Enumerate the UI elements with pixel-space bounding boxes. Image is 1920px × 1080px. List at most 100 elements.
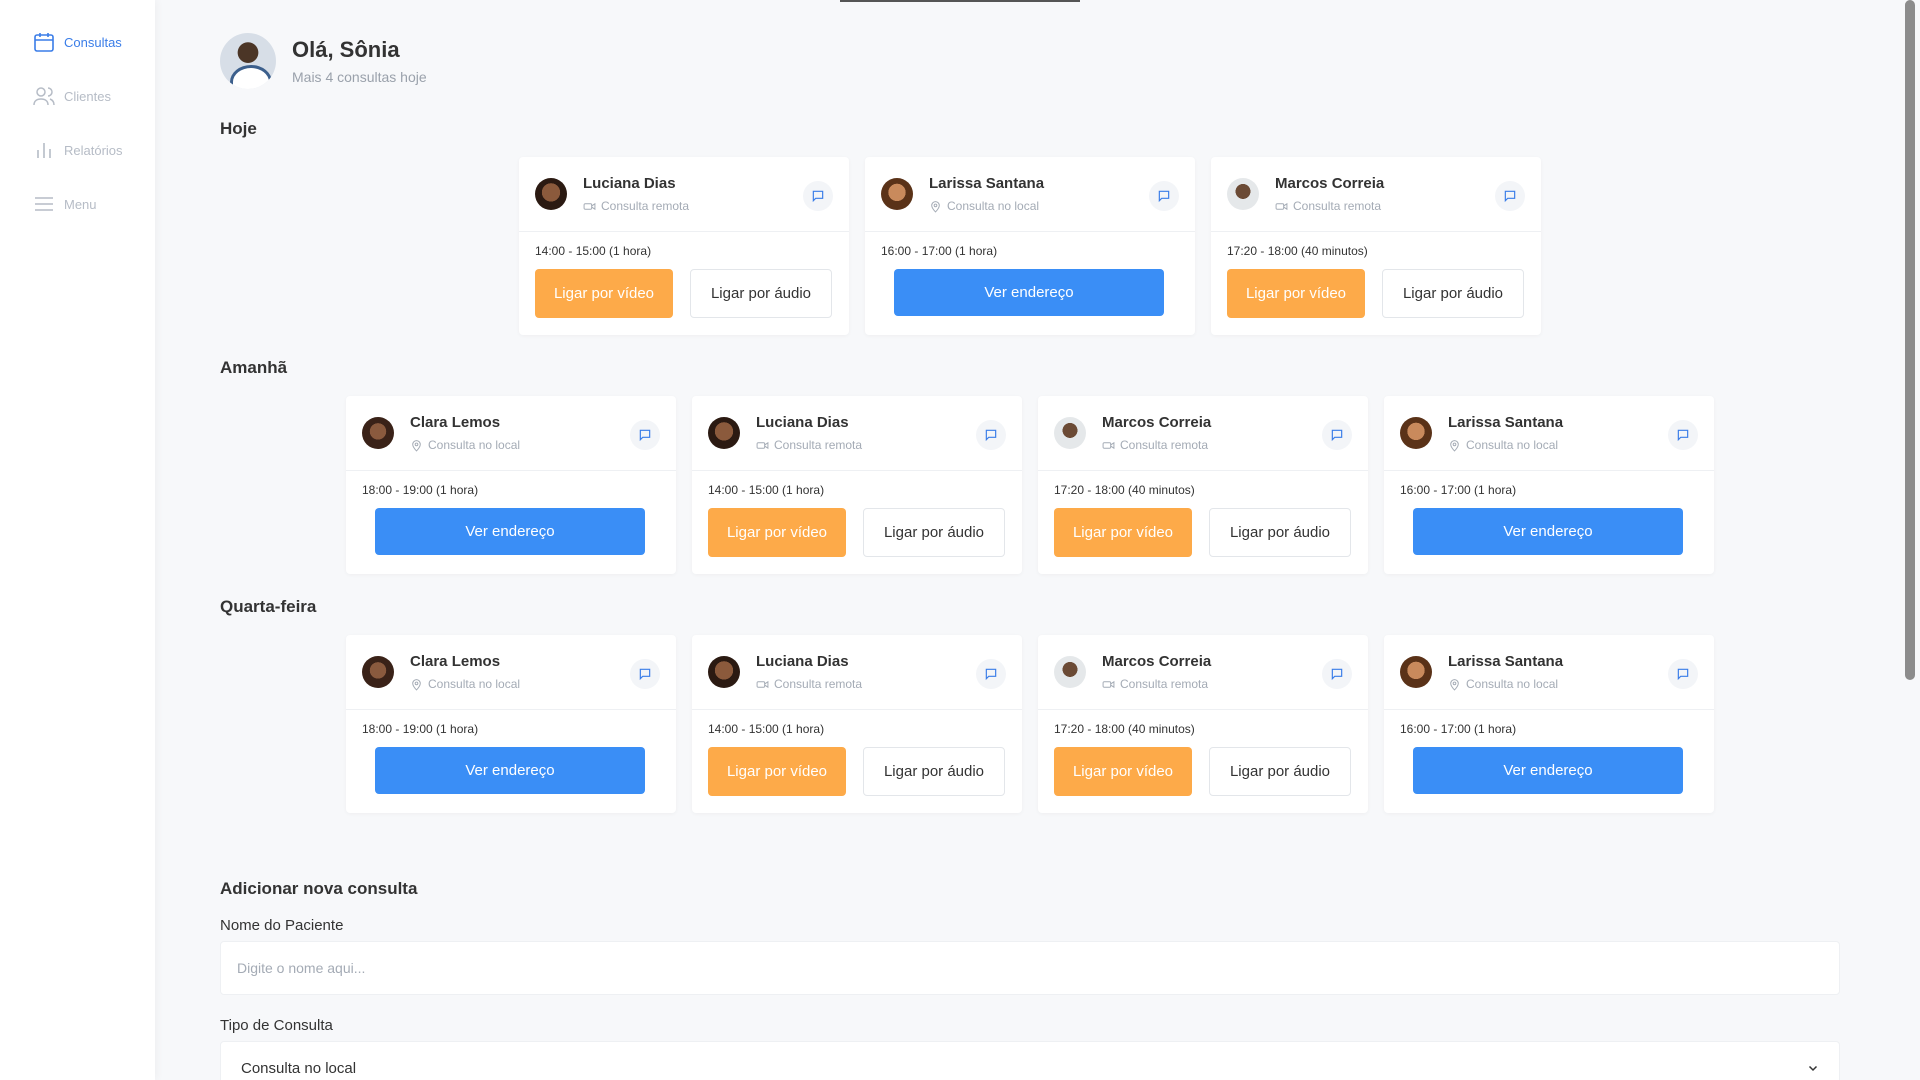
chat-icon (1331, 429, 1343, 442)
appointment-card: Clara Lemos Consulta no local 18:00 - 19… (346, 396, 676, 574)
page-subtitle: Mais 4 consultas hoje (292, 69, 427, 85)
video-camera-icon (583, 202, 596, 210)
chat-button[interactable] (1322, 659, 1352, 689)
chevron-down-icon (1808, 1065, 1818, 1072)
chat-button[interactable] (1322, 420, 1352, 450)
appointment-time: 14:00 - 15:00 (1 hora) (708, 722, 825, 736)
patient-name: Marcos Correia (1102, 414, 1212, 431)
audio-call-button[interactable]: Ligar por áudio (690, 269, 832, 318)
video-call-button[interactable]: Ligar por vídeo (1054, 747, 1192, 796)
appointment-time: 16:00 - 17:00 (1 hora) (881, 244, 998, 258)
audio-call-button[interactable]: Ligar por áudio (863, 747, 1005, 796)
appointment-card: Luciana Dias Consulta remota 14:00 - 15:… (692, 635, 1022, 813)
appointment-card: Clara Lemos Consulta no local 18:00 - 19… (346, 635, 676, 813)
view-address-button[interactable]: Ver endereço (1413, 747, 1683, 794)
patient-name: Clara Lemos (410, 414, 501, 431)
avatar (1054, 417, 1086, 449)
sidebar-item-clientes[interactable]: Clientes (0, 69, 155, 123)
location-pin-icon (931, 200, 940, 213)
chat-button[interactable] (1495, 181, 1525, 211)
chat-button[interactable] (976, 659, 1006, 689)
patient-name: Luciana Dias (756, 653, 849, 670)
avatar (535, 178, 567, 210)
view-address-button[interactable]: Ver endereço (375, 747, 645, 794)
chat-icon (639, 668, 651, 681)
chat-button[interactable] (976, 420, 1006, 450)
consultation-type: Consulta no local (1466, 438, 1559, 452)
consultation-type: Consulta remota (774, 438, 863, 452)
chat-button[interactable] (1149, 181, 1179, 211)
appointment-card: Larissa Santana Consulta no local 16:00 … (1384, 396, 1714, 574)
page-header: Olá, Sônia Mais 4 consultas hoje (220, 33, 1840, 89)
section-title-hoje: Hoje (220, 119, 257, 138)
appointment-time: 16:00 - 17:00 (1 hora) (1400, 483, 1517, 497)
sidebar-item-label: Menu (64, 196, 97, 212)
sidebar-item-relatorios[interactable]: Relatórios (0, 123, 155, 177)
video-call-button[interactable]: Ligar por vídeo (535, 269, 673, 318)
audio-call-button[interactable]: Ligar por áudio (863, 508, 1005, 557)
chat-icon (1331, 668, 1343, 681)
users-icon (33, 87, 55, 106)
chat-icon (1504, 190, 1516, 203)
page-title: Olá, Sônia (292, 37, 400, 62)
appointment-card: Luciana Dias Consulta remota 14:00 - 15:… (692, 396, 1022, 574)
sidebar-item-consultas[interactable]: Consultas (0, 15, 155, 69)
appointment-time: 18:00 - 19:00 (1 hora) (362, 483, 479, 497)
audio-call-button[interactable]: Ligar por áudio (1209, 747, 1351, 796)
chat-button[interactable] (803, 181, 833, 211)
cards-row-quarta: Clara Lemos Consulta no local 18:00 - 19… (346, 635, 1840, 813)
appointment-time: 14:00 - 15:00 (1 hora) (535, 244, 652, 258)
sidebar-item-label: Consultas (64, 34, 122, 50)
chat-icon (1158, 190, 1170, 203)
avatar (220, 33, 276, 89)
audio-call-button[interactable]: Ligar por áudio (1209, 508, 1351, 557)
video-call-button[interactable]: Ligar por vídeo (1227, 269, 1365, 318)
patient-name: Larissa Santana (1448, 414, 1564, 431)
chat-button[interactable] (1668, 659, 1698, 689)
video-call-button[interactable]: Ligar por vídeo (708, 508, 846, 557)
select-value: Consulta no local (241, 1059, 357, 1077)
appointment-card: Marcos Correia Consulta remota 17:20 - 1… (1038, 635, 1368, 813)
consultation-type: Consulta remota (1120, 438, 1209, 452)
video-camera-icon (756, 441, 769, 449)
chat-icon (1677, 668, 1689, 681)
appointment-card: Larissa Santana Consulta no local 16:00 … (865, 157, 1195, 335)
location-pin-icon (1450, 439, 1459, 452)
bar-chart-icon (37, 143, 51, 158)
location-pin-icon (412, 439, 421, 452)
appointment-time: 18:00 - 19:00 (1 hora) (362, 722, 479, 736)
appointment-card: Marcos Correia Consulta remota 17:20 - 1… (1038, 396, 1368, 574)
consultation-type-select[interactable]: Consulta no local (220, 1041, 1840, 1080)
audio-call-button[interactable]: Ligar por áudio (1382, 269, 1524, 318)
video-call-button[interactable]: Ligar por vídeo (1054, 508, 1192, 557)
video-camera-icon (1102, 441, 1115, 449)
view-address-button[interactable]: Ver endereço (1413, 508, 1683, 555)
location-pin-icon (412, 678, 421, 691)
main-content: Olá, Sônia Mais 4 consultas hoje Hoje Lu… (220, 0, 1840, 1080)
view-address-button[interactable]: Ver endereço (894, 269, 1164, 316)
consultation-type: Consulta no local (947, 199, 1040, 213)
patient-name: Clara Lemos (410, 653, 501, 670)
appointment-card: Luciana Dias Consulta remota 14:00 - 15:… (519, 157, 849, 335)
scrollbar[interactable] (1905, 0, 1915, 680)
chat-button[interactable] (1668, 420, 1698, 450)
chat-button[interactable] (630, 420, 660, 450)
section-title-amanha: Amanhã (220, 358, 288, 377)
chat-icon (985, 668, 997, 681)
avatar (1227, 178, 1259, 210)
appointment-time: 17:20 - 18:00 (40 minutos) (1054, 483, 1195, 497)
video-camera-icon (1275, 202, 1288, 210)
sidebar-item-menu[interactable]: Menu (0, 177, 155, 231)
menu-icon (35, 197, 53, 211)
view-address-button[interactable]: Ver endereço (375, 508, 645, 555)
input-placeholder: Digite o nome aqui... (237, 960, 366, 976)
consultation-type: Consulta remota (1120, 677, 1209, 691)
cards-row-amanha: Clara Lemos Consulta no local 18:00 - 19… (346, 396, 1840, 574)
location-pin-icon (1450, 678, 1459, 691)
sidebar-item-label: Clientes (64, 88, 111, 104)
patient-name-input[interactable]: Digite o nome aqui... (220, 941, 1840, 995)
chat-button[interactable] (630, 659, 660, 689)
chat-icon (812, 190, 824, 203)
video-call-button[interactable]: Ligar por vídeo (708, 747, 846, 796)
video-camera-icon (756, 680, 769, 688)
